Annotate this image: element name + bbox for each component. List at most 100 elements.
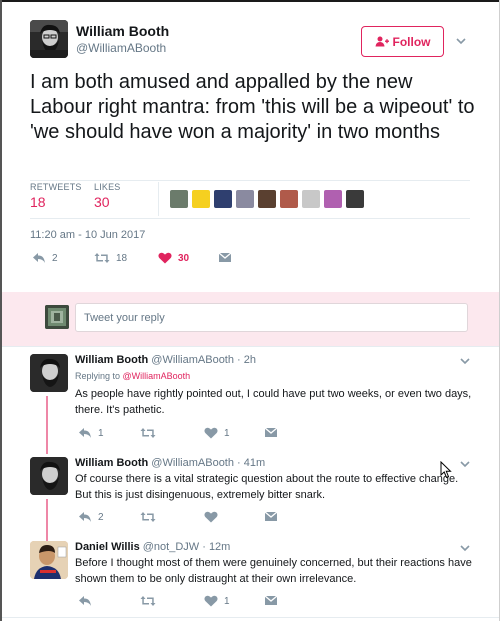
liker-avatar[interactable] [214,190,232,208]
reply-input[interactable] [75,303,468,332]
author-handle[interactable]: @WilliamABooth [76,41,166,55]
retweet-icon [140,596,156,606]
reply-button[interactable]: 2 [32,252,58,264]
replying-to-link[interactable]: @WilliamABooth [123,371,191,381]
likers-avatars [170,190,364,208]
reply-tweet[interactable]: William Booth @WilliamABooth · 41m Of co… [2,457,499,533]
reply-icon [79,428,91,438]
like-button[interactable]: 1 [204,595,230,607]
like-count: 1 [224,427,230,439]
retweet-count: 18 [116,252,128,264]
chevron-down-icon[interactable] [460,543,470,553]
reply-author-handle[interactable]: @WilliamABooth · 41m [151,457,265,469]
retweets-label: RETWEETS [30,182,82,192]
reply-author-handle[interactable]: @not_DJW · 12m [143,541,231,553]
likes-label: LIKES [94,182,121,192]
direct-message-icon [264,595,278,605]
reply-author-name[interactable]: Daniel Willis [75,541,140,553]
direct-message-button[interactable] [264,511,278,523]
reply-author-avatar[interactable] [30,354,68,392]
mouse-cursor-icon [440,461,452,479]
liker-avatar[interactable] [302,190,320,208]
reply-icon [79,512,91,522]
current-user-avatar [45,305,69,329]
retweets-value: 18 [30,194,46,210]
liker-avatar[interactable] [236,190,254,208]
reply-icon [33,253,45,263]
retweet-button[interactable] [140,427,162,439]
reply-header: Daniel Willis @not_DJW · 12m [75,541,230,553]
tweet-header: William Booth @WilliamABooth Follow [30,20,470,62]
retweet-icon [94,253,110,263]
reply-author-handle[interactable]: @WilliamABooth · 2h [151,354,256,366]
tweet-timestamp[interactable]: 11:20 am - 10 Jun 2017 [30,229,145,241]
author-avatar[interactable] [30,20,68,58]
heart-icon [204,595,218,607]
window-top-edge [0,0,500,2]
liker-avatar[interactable] [324,190,342,208]
tweet-actions: 2 18 30 [32,252,252,270]
reply-author-avatar[interactable] [30,457,68,495]
like-count: 30 [178,252,190,264]
liker-avatar[interactable] [258,190,276,208]
reply-header: William Booth @WilliamABooth · 41m [75,457,265,469]
thread-line [46,396,48,454]
like-button[interactable] [204,511,224,523]
retweet-button[interactable] [140,595,162,607]
reply-composer [2,292,499,346]
stats-bottom-divider [30,218,470,219]
stats-separator [158,182,159,216]
chevron-down-icon[interactable] [460,459,470,469]
author-name[interactable]: William Booth [76,23,169,39]
direct-message-button[interactable] [264,595,278,607]
reply-actions: 2 [78,511,298,525]
replying-to-prefix: Replying to [75,371,123,381]
reply-button[interactable]: 1 [78,427,104,439]
like-button[interactable]: 1 [204,427,230,439]
liker-avatar[interactable] [346,190,364,208]
follow-button-label: Follow [392,34,431,49]
reply-text: Of course there is a vital strategic que… [75,473,459,501]
follow-button[interactable]: Follow [361,26,444,57]
reply-button[interactable]: 2 [78,511,104,523]
reply-count: 2 [52,252,58,264]
reply-count: 2 [98,511,104,523]
reply-author-name[interactable]: William Booth [75,457,148,469]
direct-message-button[interactable] [264,427,278,439]
retweet-icon [140,512,156,522]
reply-author-avatar[interactable] [30,541,68,579]
chevron-down-icon[interactable] [456,36,466,46]
direct-message-icon [218,252,232,262]
heart-icon [204,427,218,439]
reply-author-name[interactable]: William Booth [75,354,148,366]
liker-avatar[interactable] [192,190,210,208]
reply-button[interactable] [78,595,98,607]
retweets-stat[interactable]: RETWEETS 18 [30,182,82,210]
like-count: 1 [224,595,230,607]
tweet-text: I am both amused and appalled by the new… [30,71,475,143]
likes-value: 30 [94,194,110,210]
replying-to: Replying to @WilliamABooth [75,371,190,381]
heart-icon [204,511,218,523]
liker-avatar[interactable] [170,190,188,208]
retweet-icon [140,428,156,438]
reply-actions: 1 1 [78,427,298,441]
reply-tweet[interactable]: Daniel Willis @not_DJW · 12m Before I th… [2,541,499,621]
reply-actions: 1 [78,595,298,609]
reply-separator [2,617,499,618]
chevron-down-icon[interactable] [460,356,470,366]
retweet-button[interactable]: 18 [94,252,127,264]
retweet-button[interactable] [140,511,162,523]
direct-message-button[interactable] [218,252,232,264]
heart-icon [158,252,172,264]
reply-separator [2,346,499,347]
direct-message-icon [264,427,278,437]
reply-text: As people have rightly pointed out, I co… [75,388,472,416]
reply-text: Before I thought most of them were genui… [75,557,472,585]
likes-stat[interactable]: LIKES 30 [94,182,121,210]
like-button[interactable]: 30 [158,252,189,264]
reply-header: William Booth @WilliamABooth · 2h [75,354,256,366]
reply-tweet[interactable]: William Booth @WilliamABooth · 2h Replyi… [2,354,499,446]
liker-avatar[interactable] [280,190,298,208]
thread-line [46,499,48,541]
